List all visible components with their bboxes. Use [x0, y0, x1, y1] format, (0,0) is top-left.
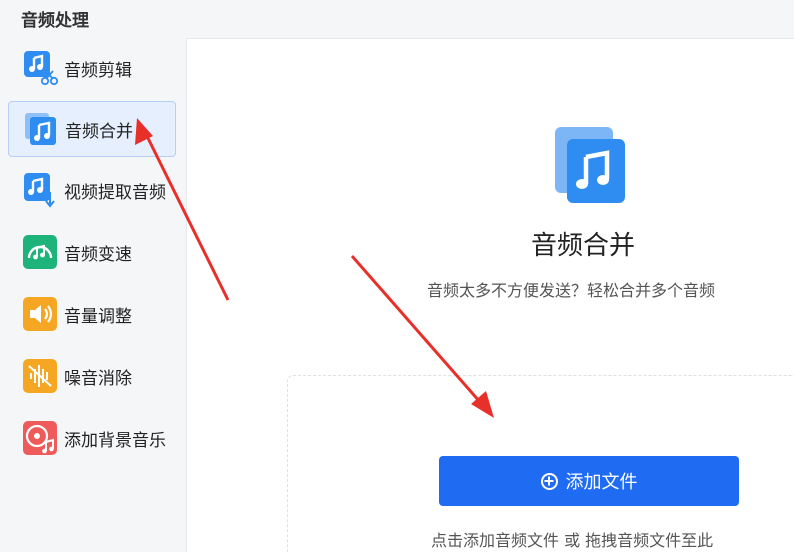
plus-circle-icon — [540, 472, 558, 490]
sidebar: 音频剪辑 音频合并 视频提取音频 音频变速 音量调整 噪音消除 添加背景音乐 — [0, 38, 186, 552]
sidebar-item-volume-adjust[interactable]: 音量调整 — [8, 286, 176, 342]
music-disc-icon — [22, 420, 58, 456]
music-stack-icon — [555, 127, 625, 203]
sidebar-item-label: 音频剪辑 — [64, 60, 132, 81]
speaker-icon — [22, 296, 58, 332]
add-file-button[interactable]: 添加文件 — [439, 456, 739, 506]
sidebar-item-audio-merge[interactable]: 音频合并 — [8, 101, 176, 157]
section-title: 音频处理 — [21, 11, 89, 31]
drop-hint: 点击添加音频文件 或 拖拽音频文件至此 — [431, 531, 714, 550]
sidebar-item-label: 音频变速 — [64, 244, 132, 265]
sidebar-item-extract-audio[interactable]: 视频提取音频 — [8, 162, 176, 218]
music-download-icon — [22, 172, 58, 208]
add-file-button-label: 添加文件 — [565, 472, 638, 493]
sidebar-item-label: 视频提取音频 — [64, 182, 166, 203]
sidebar-item-label: 添加背景音乐 — [64, 430, 166, 451]
page-title: 音频合并 — [531, 231, 636, 261]
noise-wave-icon — [22, 358, 58, 394]
sidebar-item-label: 音频合并 — [65, 121, 133, 142]
sidebar-item-audio-cut[interactable]: 音频剪辑 — [8, 40, 176, 96]
sidebar-item-noise-removal[interactable]: 噪音消除 — [8, 348, 176, 404]
sidebar-item-audio-speed[interactable]: 音频变速 — [8, 224, 176, 280]
sidebar-item-add-background-music[interactable]: 添加背景音乐 — [8, 410, 176, 466]
music-scissors-icon — [22, 50, 58, 86]
music-stack-icon — [23, 111, 59, 147]
sidebar-item-label: 噪音消除 — [64, 368, 132, 389]
main-panel: 音频合并 音频太多不方便发送？轻松合并多个音频 添加文件 点击添加音频文件 或 … — [186, 38, 794, 552]
page-subtitle: 音频太多不方便发送？轻松合并多个音频 — [427, 281, 716, 300]
speed-gauge-icon — [22, 234, 58, 270]
sidebar-item-label: 音量调整 — [64, 306, 132, 327]
